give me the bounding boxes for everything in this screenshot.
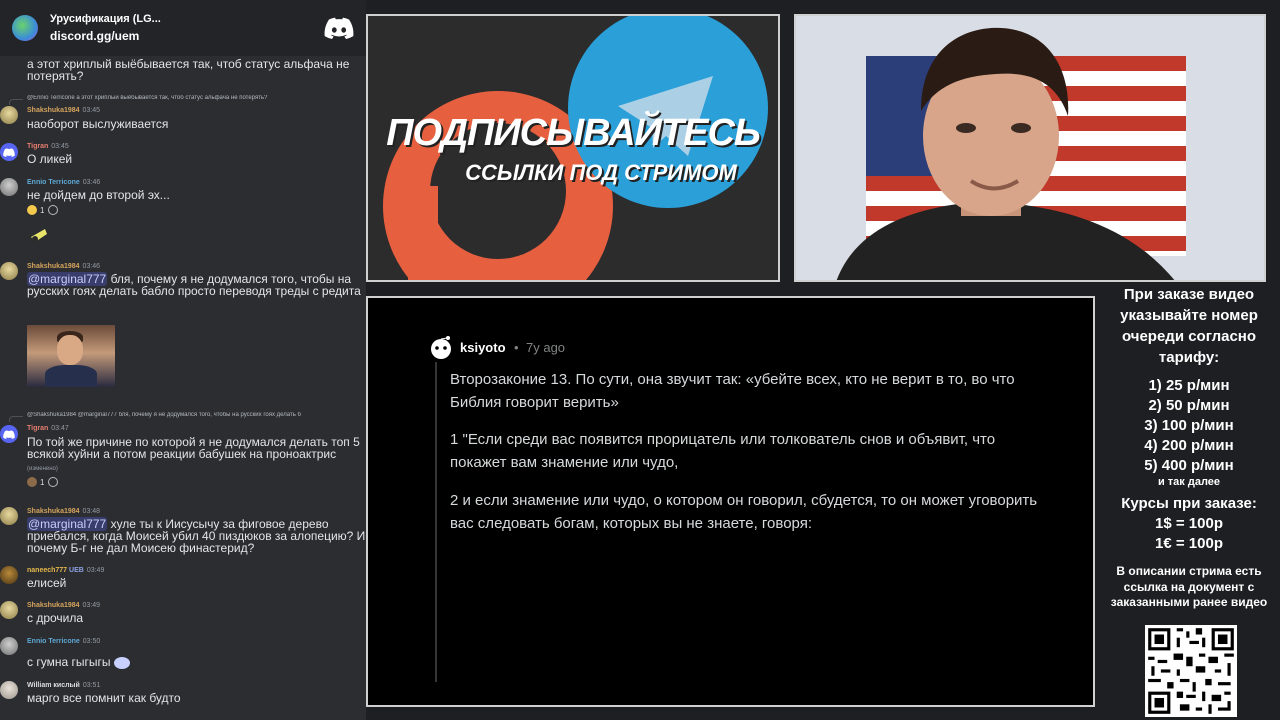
discord-icon: [3, 147, 15, 157]
order-info-panel: При заказе видео указывайте номер очеред…: [1104, 284, 1274, 611]
avatar[interactable]: [0, 143, 18, 161]
username[interactable]: Shakshuka1984 03:48: [27, 508, 100, 515]
avatar[interactable]: [0, 637, 18, 655]
timestamp: 03:45: [51, 143, 69, 150]
chat-header: Урусификация (LG... discord.gg/uem: [0, 0, 366, 56]
username[interactable]: Tigran 03:47: [27, 425, 69, 432]
avatar[interactable]: [0, 425, 18, 443]
reply-preview[interactable]: @Ennio Terricone а этот хриплый выёбывае…: [27, 95, 362, 101]
tariff-more: и так далее: [1157, 476, 1221, 488]
message-text: О ликей: [27, 152, 73, 166]
message-text: а этот хриплый выёбывается так, чтоб ста…: [27, 57, 350, 83]
emoji-icon: [27, 205, 37, 215]
banner-title: ПОДПИСЫВАЙТЕСЬ: [386, 112, 761, 154]
server-icon: [12, 15, 38, 41]
separator-dot: •: [514, 340, 519, 355]
avatar[interactable]: [0, 106, 18, 124]
comment-paragraph: 1 "Если среди вас появится прорицатель и…: [450, 431, 996, 471]
reddit-avatar-icon: [431, 336, 451, 359]
comment-paragraph: Второзаконие 13. По сути, она звучит так…: [450, 371, 1015, 411]
message-text: @marginal777 бля, почему я не додумался …: [27, 272, 361, 298]
add-reaction-icon[interactable]: [48, 205, 59, 215]
reactions: 1: [27, 477, 59, 487]
chat-messages: а этот хриплый выёбывается так, чтоб ста…: [0, 56, 366, 720]
timestamp: 03:50: [82, 638, 101, 645]
reply-preview[interactable]: @Shakshuka1984 @marginal777 бля, почему …: [27, 412, 362, 418]
username[interactable]: Shakshuka1984 03:45: [27, 107, 100, 114]
banner-subtitle: ССЫЛКИ ПОД СТРИМОМ: [465, 160, 737, 185]
image-attachment[interactable]: [27, 325, 115, 387]
discord-icon: [324, 17, 354, 39]
reaction[interactable]: 1: [27, 205, 44, 215]
sticker-icon: [31, 229, 47, 242]
add-reaction-icon[interactable]: [48, 477, 59, 487]
username[interactable]: Shakshuka1984 03:49: [27, 602, 100, 609]
username[interactable]: Shakshuka1984 03:46: [27, 263, 100, 270]
message-text: с гумна гыгыгы: [27, 656, 366, 669]
username[interactable]: Tigran 03:45: [27, 143, 69, 150]
qr-code[interactable]: [1145, 625, 1237, 717]
emoji-icon: [113, 656, 130, 669]
subscribe-banner: ПОДПИСЫВАЙТЕСЬ ССЫЛКИ ПОД СТРИМОМ: [366, 14, 780, 282]
avatar[interactable]: [0, 601, 18, 619]
webcam-feed: [794, 14, 1266, 282]
message-text: не дойдем до второй эх...: [27, 188, 170, 202]
discord-chat-panel: Урусификация (LG... discord.gg/uem а это…: [0, 0, 366, 720]
tariff-item: 1) 25 р/мин: [1148, 377, 1230, 394]
reddit-username[interactable]: ksiyoto: [460, 340, 506, 355]
reddit-comment-panel: ksiyoto • 7y ago Второзаконие 13. По сут…: [366, 296, 1095, 707]
username[interactable]: Ennio Terricone 03:46: [27, 179, 100, 186]
tariff-item: 3) 100 р/мин: [1144, 417, 1234, 434]
avatar[interactable]: [0, 566, 18, 584]
rates-heading: Курсы при заказе:: [1121, 495, 1257, 512]
username[interactable]: William кислый 03:51: [27, 682, 100, 689]
comment-paragraph: 2 и если знамение или чудо, о котором он…: [450, 492, 1038, 532]
username[interactable]: naneech777 UEB 03:49: [27, 567, 104, 574]
timestamp: 03:48: [82, 508, 101, 515]
avatar[interactable]: [0, 262, 18, 280]
message-text: елисей: [27, 576, 67, 590]
timestamp: 03:49: [82, 602, 101, 609]
reddit-timestamp: 7y ago: [526, 340, 566, 355]
server-tag: UEB: [69, 567, 84, 574]
timestamp: 03:46: [82, 179, 101, 186]
order-info-heading: При заказе видео указывайте номер очеред…: [1120, 286, 1258, 366]
message-text: @marginal777 хуле ты к Иисусычу за фигов…: [27, 517, 366, 555]
message-text: По той же причине по которой я не додума…: [27, 435, 360, 472]
tariff-item: 5) 400 р/мин: [1144, 457, 1234, 474]
message-text: марго все помнит как будто: [27, 691, 181, 705]
timestamp: 03:51: [82, 682, 101, 689]
username[interactable]: Ennio Terricone 03:50: [27, 638, 100, 645]
reaction[interactable]: 1: [27, 477, 44, 487]
rate-item: 1$ = 100р: [1155, 515, 1223, 532]
tariff-list: 1) 25 р/мин 2) 50 р/мин 3) 100 р/мин 4) …: [1104, 376, 1274, 488]
description-note: В описании стрима есть ссылка на докумен…: [1110, 564, 1268, 609]
avatar[interactable]: [0, 178, 18, 196]
message-text: наоборот выслуживается: [27, 117, 169, 131]
tariff-item: 4) 200 р/мин: [1144, 437, 1234, 454]
timestamp: 03:45: [82, 107, 101, 114]
timestamp: 03:49: [86, 567, 105, 574]
avatar[interactable]: [0, 507, 18, 525]
timestamp: 03:47: [51, 425, 69, 432]
stream-layout: Урусификация (LG... discord.gg/uem а это…: [0, 0, 1280, 720]
avatar[interactable]: [0, 681, 18, 699]
discord-icon: [3, 429, 15, 439]
timestamp: 03:46: [82, 263, 101, 270]
thread-line[interactable]: [435, 362, 437, 682]
emoji-icon: [27, 477, 37, 487]
tariff-item: 2) 50 р/мин: [1148, 397, 1230, 414]
webcam-image: [796, 16, 1264, 280]
reactions: 1: [27, 205, 59, 215]
message-text: с дрочила: [27, 611, 84, 625]
server-invite-link[interactable]: discord.gg/uem: [50, 29, 324, 43]
rate-item: 1€ = 100р: [1155, 535, 1223, 552]
server-name: Урусификация (LG...: [50, 13, 161, 25]
